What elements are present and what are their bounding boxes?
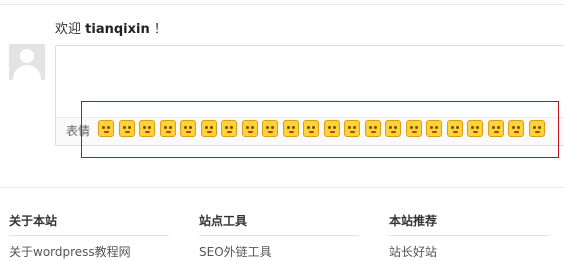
avatar <box>9 44 45 80</box>
welcome-prefix: 欢迎 <box>55 22 82 37</box>
username: tianqixin <box>85 22 150 37</box>
footer-divider <box>0 187 564 188</box>
footer-link[interactable]: 站长好站 <box>389 245 549 260</box>
top-divider <box>0 4 564 5</box>
footer-rule <box>199 235 359 236</box>
footer-link[interactable]: SEO外链工具 <box>199 245 359 260</box>
footer-rule <box>9 235 169 236</box>
welcome-message: 欢迎 tianqixin ！ <box>55 22 167 38</box>
footer-title: 本站推荐 <box>389 214 438 228</box>
highlight-box <box>81 101 559 158</box>
avatar-shoulders-shape <box>13 65 41 80</box>
footer-link[interactable]: 关于wordpress教程网 <box>9 245 169 260</box>
footer-title: 站点工具 <box>199 214 248 228</box>
welcome-suffix: ！ <box>153 22 167 37</box>
footer-rule <box>389 235 549 236</box>
footer-title: 关于本站 <box>9 214 58 228</box>
footer-column-about: 关于本站 关于wordpress教程网 <box>9 214 169 260</box>
footer-column-recommend: 本站推荐 站长好站 <box>389 214 549 260</box>
avatar-head-shape <box>20 49 34 63</box>
footer-column-tools: 站点工具 SEO外链工具 <box>199 214 359 260</box>
